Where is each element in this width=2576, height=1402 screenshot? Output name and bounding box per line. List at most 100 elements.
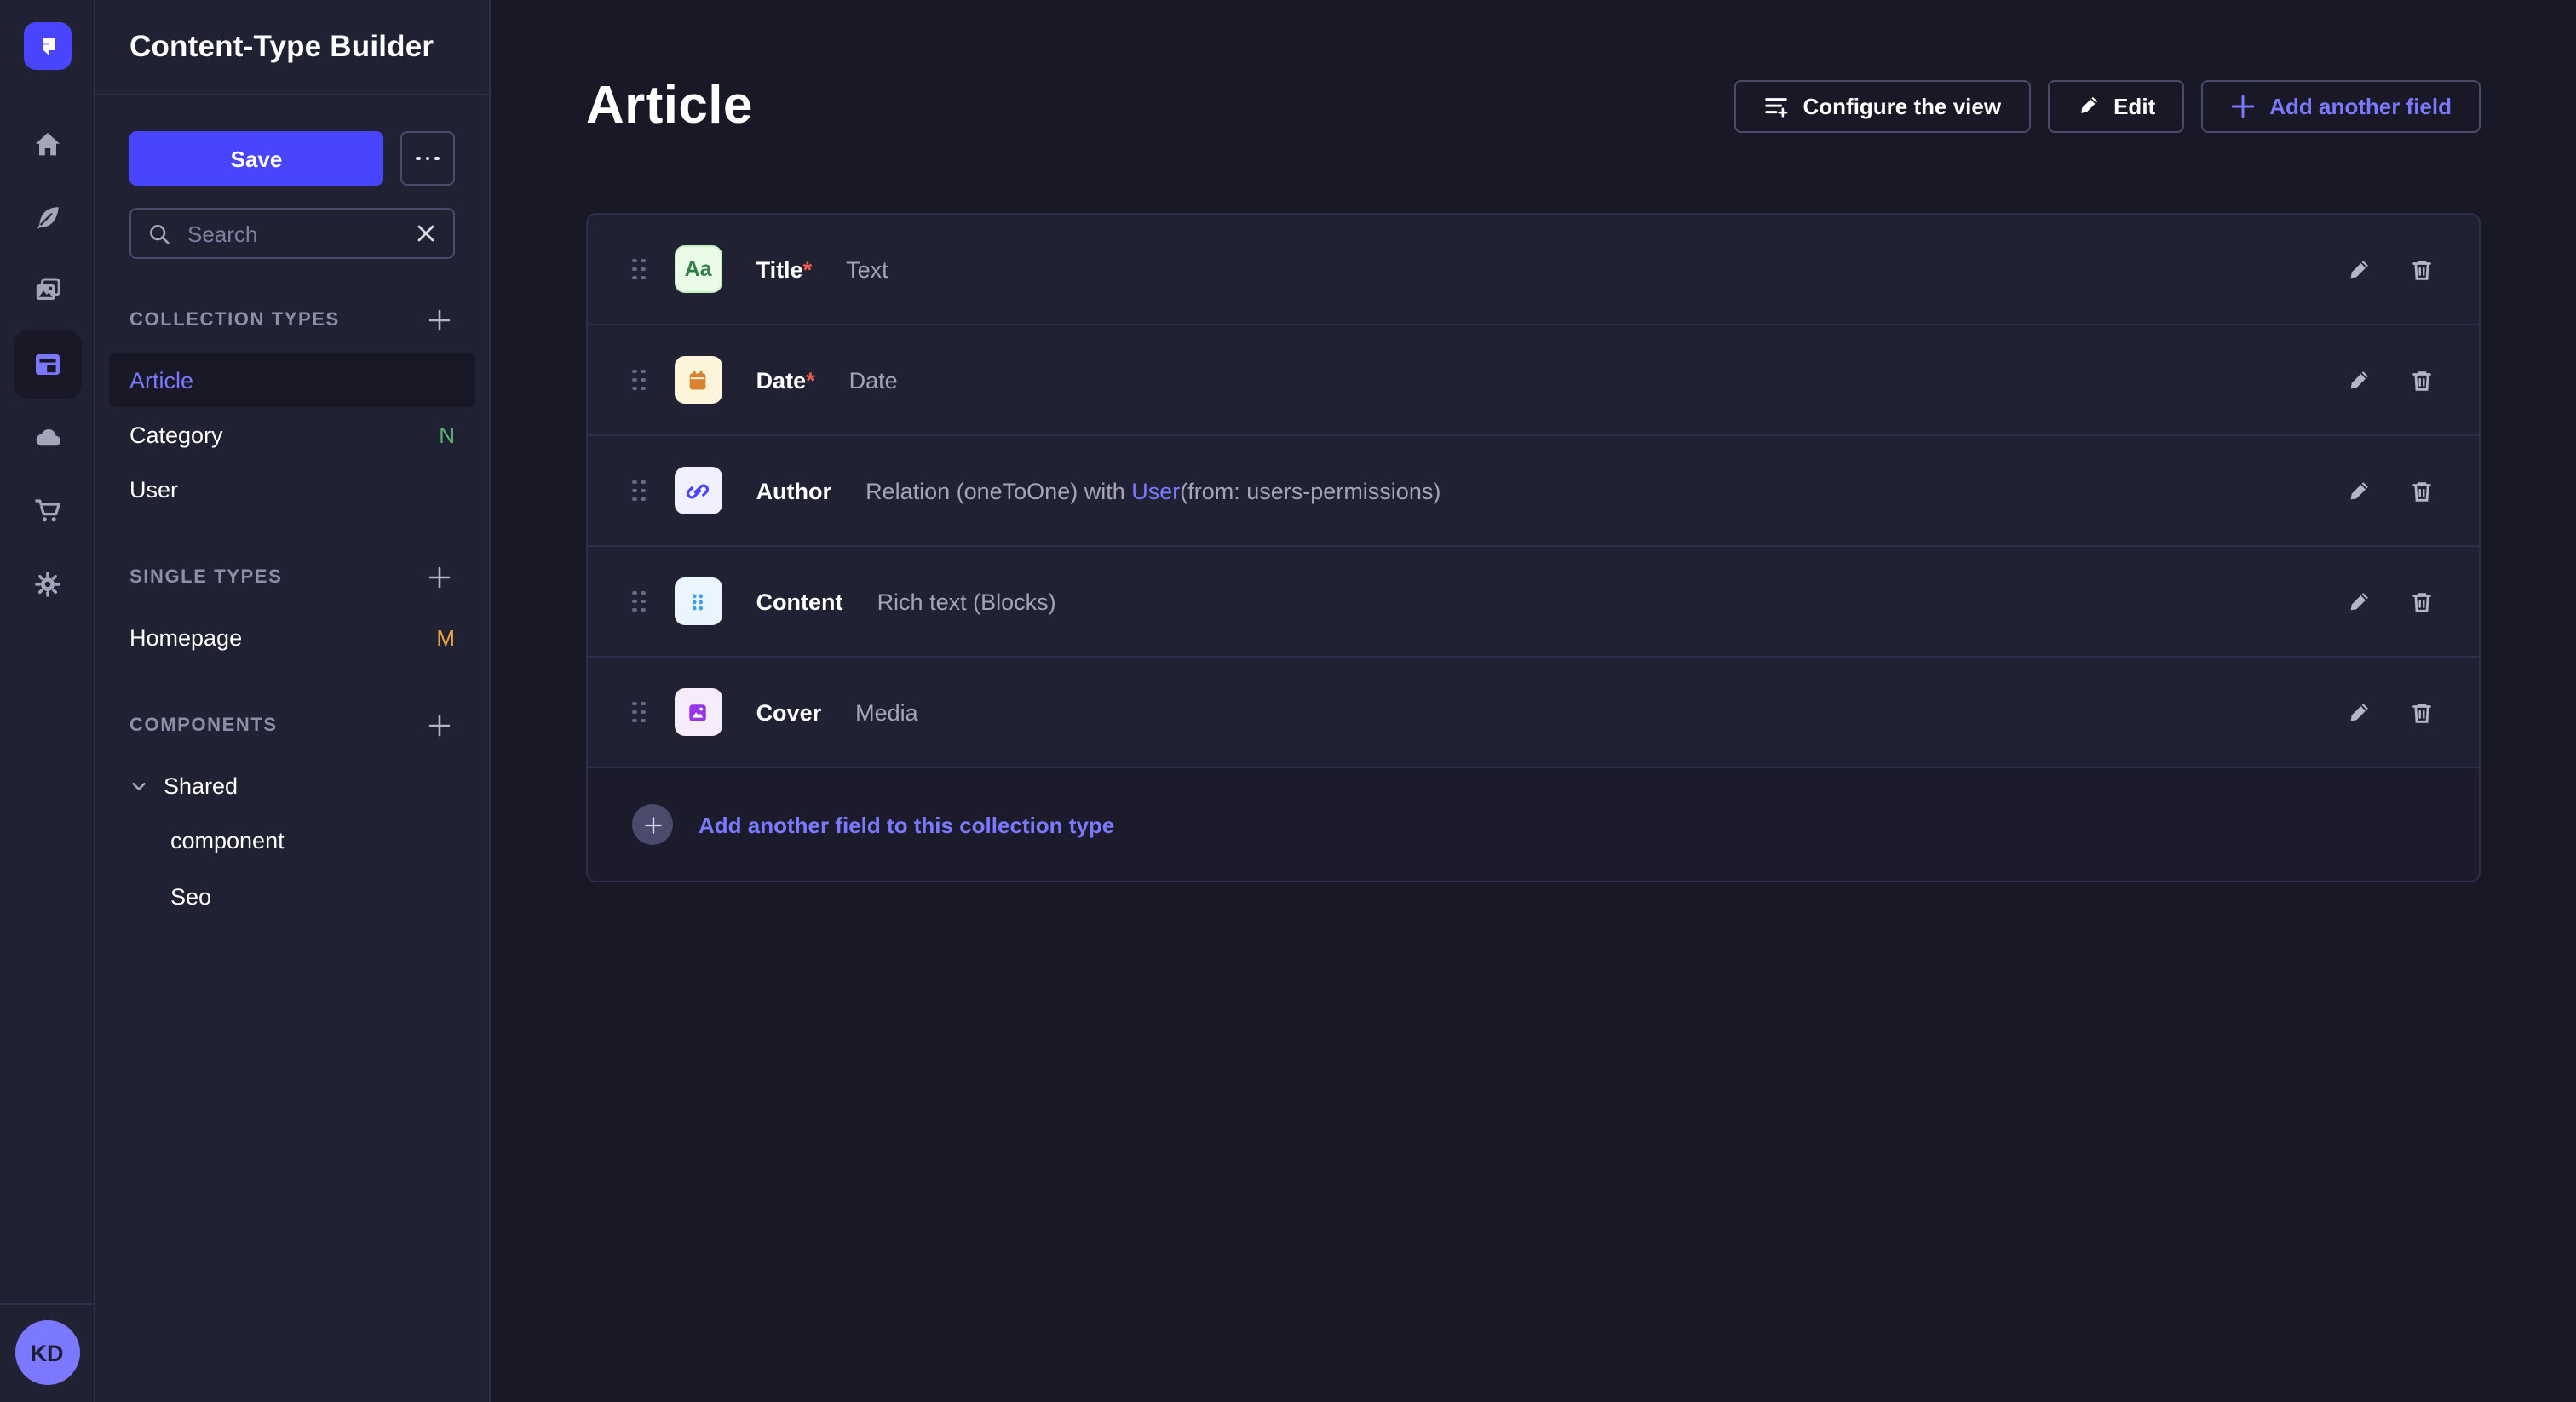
feather-icon (32, 203, 62, 233)
nav-marketplace[interactable] (13, 477, 81, 545)
pencil-icon (2346, 367, 2372, 393)
collection-types-list: Article Category N User (109, 353, 475, 516)
more-options-button[interactable] (400, 131, 455, 186)
plus-icon (428, 714, 451, 738)
delete-field-button[interactable] (2409, 367, 2435, 393)
text-field-icon: Aa (675, 245, 722, 293)
row-actions (2346, 367, 2435, 393)
search-box (129, 208, 455, 259)
drag-handle[interactable] (632, 258, 646, 280)
edit-field-button[interactable] (2346, 589, 2372, 614)
required-asterisk: * (806, 367, 815, 393)
configure-view-button[interactable]: Configure the view (1735, 79, 2031, 132)
nav-home[interactable] (13, 111, 81, 179)
strapi-logo-icon (33, 32, 60, 60)
item-label: Shared (164, 773, 238, 798)
field-type: Date (849, 367, 898, 393)
drag-handle[interactable] (632, 369, 646, 391)
edit-field-button[interactable] (2346, 699, 2372, 725)
delete-field-button[interactable] (2409, 478, 2435, 503)
delete-field-button[interactable] (2409, 699, 2435, 725)
rail-nav (13, 111, 81, 618)
sidebar-item-category[interactable]: Category N (109, 407, 475, 462)
pencil-icon (2346, 256, 2372, 282)
save-button[interactable]: Save (129, 131, 383, 186)
add-another-field-button[interactable]: Add another field (2201, 79, 2481, 132)
avatar[interactable]: KD (14, 1320, 79, 1385)
field-type: Text (846, 256, 888, 282)
components-list: Shared component Seo (109, 758, 475, 925)
edit-field-button[interactable] (2346, 367, 2372, 393)
row-actions (2346, 256, 2435, 282)
sidebar-item-article[interactable]: Article (109, 353, 475, 407)
avatar-initials: KD (31, 1340, 64, 1365)
component-group-shared[interactable]: Shared (109, 758, 475, 813)
nav-settings[interactable] (13, 550, 81, 618)
sidebar-header: Content-Type Builder (95, 0, 489, 95)
trash-icon (2409, 478, 2435, 503)
drag-handle[interactable] (632, 590, 646, 612)
edit-field-button[interactable] (2346, 478, 2372, 503)
drag-handle[interactable] (632, 701, 646, 723)
footer-label: Add another field to this collection typ… (699, 812, 1114, 837)
status-badge: N (439, 422, 455, 447)
collection-types-header: COLLECTION TYPES (129, 305, 455, 336)
row-actions (2346, 699, 2435, 725)
field-name: Cover (756, 699, 822, 725)
field-row-title: Aa Title* Text (588, 215, 2479, 325)
relation-target-link[interactable]: User (1131, 478, 1180, 503)
pencil-icon (2076, 94, 2100, 118)
delete-field-button[interactable] (2409, 256, 2435, 282)
button-label: Configure the view (1803, 93, 2002, 118)
relation-field-icon (675, 467, 722, 514)
row-actions (2346, 478, 2435, 503)
section-label: SINGLE TYPES (129, 567, 282, 588)
field-row-cover: Cover Media (588, 658, 2479, 768)
content-type-builder-app: KD Content-Type Builder Save (0, 0, 2576, 1402)
field-name: Date* (756, 367, 815, 393)
trash-icon (2409, 367, 2435, 393)
search-icon (148, 222, 170, 244)
ellipsis-icon (416, 156, 420, 160)
sidebar-item-component[interactable]: component (109, 813, 475, 869)
gear-icon (32, 569, 62, 600)
drag-handle[interactable] (632, 480, 646, 502)
button-label: Add another field (2269, 93, 2452, 118)
nav-content-type-builder[interactable] (13, 330, 81, 399)
main-header: Article Configure the view Edit (586, 0, 2481, 136)
add-field-footer-button[interactable]: Add another field to this collection typ… (588, 768, 2479, 881)
search-input[interactable] (184, 219, 402, 248)
single-types-header: SINGLE TYPES (129, 562, 455, 593)
date-field-icon (675, 356, 722, 404)
plus-circle-icon (632, 804, 673, 845)
nav-media-library[interactable] (13, 257, 81, 325)
add-single-type-button[interactable] (424, 562, 455, 593)
nav-content-manager[interactable] (13, 184, 81, 252)
edit-field-button[interactable] (2346, 256, 2372, 282)
item-label: User (129, 476, 178, 502)
item-label: Seo (170, 884, 211, 910)
chevron-down-icon (129, 776, 148, 795)
button-label: Edit (2113, 93, 2155, 118)
field-type: Media (855, 699, 918, 725)
sidebar-item-seo[interactable]: Seo (109, 869, 475, 925)
sidebar-item-homepage[interactable]: Homepage M (109, 610, 475, 664)
configure-list-icon (1764, 93, 1790, 118)
status-badge: M (436, 624, 455, 650)
item-label: Article (129, 367, 193, 393)
plus-icon (2230, 93, 2256, 118)
add-component-button[interactable] (424, 710, 455, 741)
components-header: COMPONENTS (129, 710, 455, 741)
strapi-logo[interactable] (23, 22, 71, 70)
item-label: Category (129, 422, 223, 447)
media-library-icon (32, 276, 62, 307)
blocks-field-icon (675, 577, 722, 625)
clear-search-icon[interactable] (416, 223, 436, 244)
sidebar-item-user[interactable]: User (109, 462, 475, 516)
nav-deploy-cloud[interactable] (13, 404, 81, 472)
trash-icon (2409, 699, 2435, 725)
edit-button[interactable]: Edit (2047, 79, 2184, 132)
delete-field-button[interactable] (2409, 589, 2435, 614)
add-collection-type-button[interactable] (424, 305, 455, 336)
page-title: Article (586, 75, 753, 136)
